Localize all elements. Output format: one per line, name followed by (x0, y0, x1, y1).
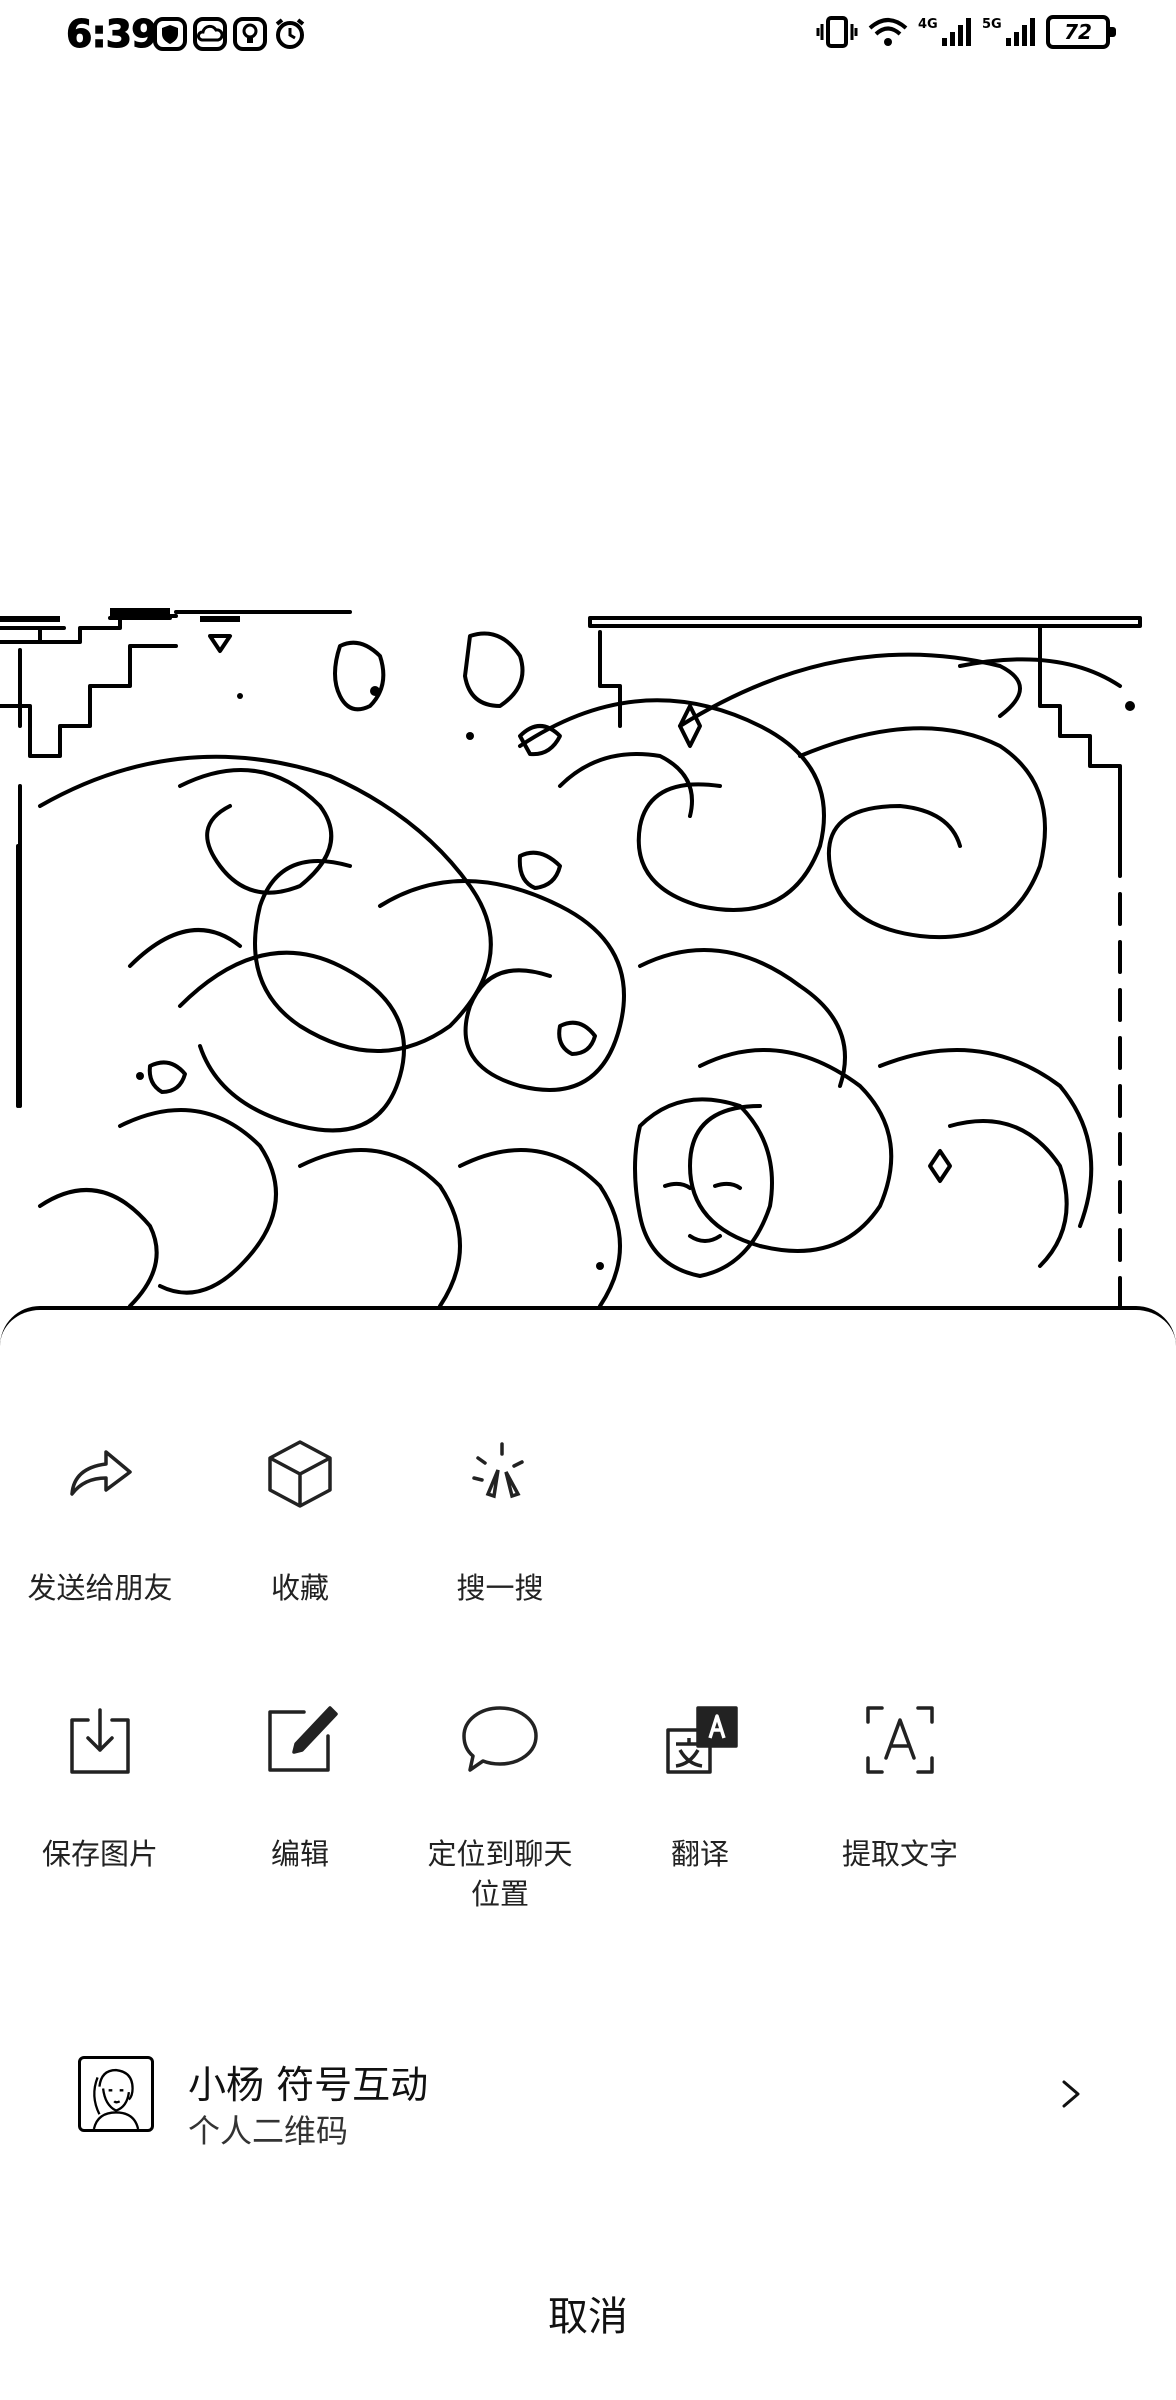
locate-in-chat-button[interactable]: 定位到聊天 位置 (400, 1690, 600, 1914)
shared-image-preview[interactable] (0, 606, 1176, 1310)
battery-level: 72 (1064, 20, 1092, 44)
chat-bubble-icon (450, 1690, 550, 1790)
favorite-cube-icon (250, 1424, 350, 1524)
shield-notification-icon (153, 17, 187, 51)
action-label: 提取文字 (841, 1837, 958, 1871)
action-label: 搜一搜 (456, 1571, 544, 1605)
status-bar: 6:39 4G 5G 72 (0, 0, 1176, 72)
status-notification-icons (152, 16, 308, 52)
cancel-button[interactable]: 取消 (388, 2266, 788, 2366)
action-label: 发送给朋友 (27, 1571, 173, 1605)
translate-icon (650, 1690, 750, 1790)
edit-button[interactable]: 编辑 (200, 1690, 400, 1874)
extract-text-button[interactable]: 提取文字 (800, 1690, 1000, 1874)
translate-button[interactable]: 翻译 (600, 1690, 800, 1874)
signal-5g-icon: 5G (982, 17, 1035, 46)
wifi-icon (868, 18, 908, 46)
primary-actions-row: 发送给朋友 收藏 搜一搜 (0, 1424, 1176, 1684)
status-time: 6:39 (66, 12, 159, 57)
network-a-label: 4G (918, 17, 938, 32)
send-to-friend-button[interactable]: 发送给朋友 (0, 1424, 200, 1608)
lightbulb-notification-icon (233, 17, 267, 51)
text-scan-icon (850, 1690, 950, 1790)
save-download-icon (50, 1690, 150, 1790)
edit-pen-icon (250, 1690, 350, 1790)
share-forward-icon (50, 1424, 150, 1524)
save-image-button[interactable]: 保存图片 (0, 1690, 200, 1874)
status-system-icons: 4G 5G 72 (816, 14, 1116, 50)
chevron-right-icon (1062, 2080, 1080, 2108)
cloud-notification-icon (193, 17, 227, 51)
battery-icon: 72 (1046, 15, 1116, 49)
action-label: 定位到聊天 位置 (427, 1837, 573, 1911)
secondary-actions-row: 保存图片 编辑 定位到聊天 位置 翻译 提取文字 (0, 1690, 1176, 1950)
network-b-label: 5G (982, 17, 1002, 32)
personal-qr-code-row[interactable]: 小杨 符号互动 个人二维码 (0, 2024, 1176, 2164)
alarm-notification-icon (275, 18, 305, 49)
action-label: 保存图片 (41, 1837, 158, 1871)
action-label: 收藏 (270, 1571, 329, 1605)
signal-4g-icon: 4G (918, 17, 971, 46)
illustration-artwork (0, 608, 1142, 1310)
vibrate-icon (816, 16, 858, 48)
avatar (78, 2056, 154, 2132)
action-label: 翻译 (670, 1837, 729, 1871)
favorite-button[interactable]: 收藏 (200, 1424, 400, 1608)
search-sparkle-icon (450, 1424, 550, 1524)
share-action-sheet: 发送给朋友 收藏 搜一搜 保存图片 编辑 定位到聊天 位置 翻译 提取文字 小杨… (0, 1306, 1176, 2400)
qr-subtitle: 个人二维码 (188, 2112, 349, 2150)
search-button[interactable]: 搜一搜 (400, 1424, 600, 1608)
qr-owner-name: 小杨 符号互动 (188, 2063, 429, 2107)
action-label: 编辑 (270, 1837, 329, 1871)
